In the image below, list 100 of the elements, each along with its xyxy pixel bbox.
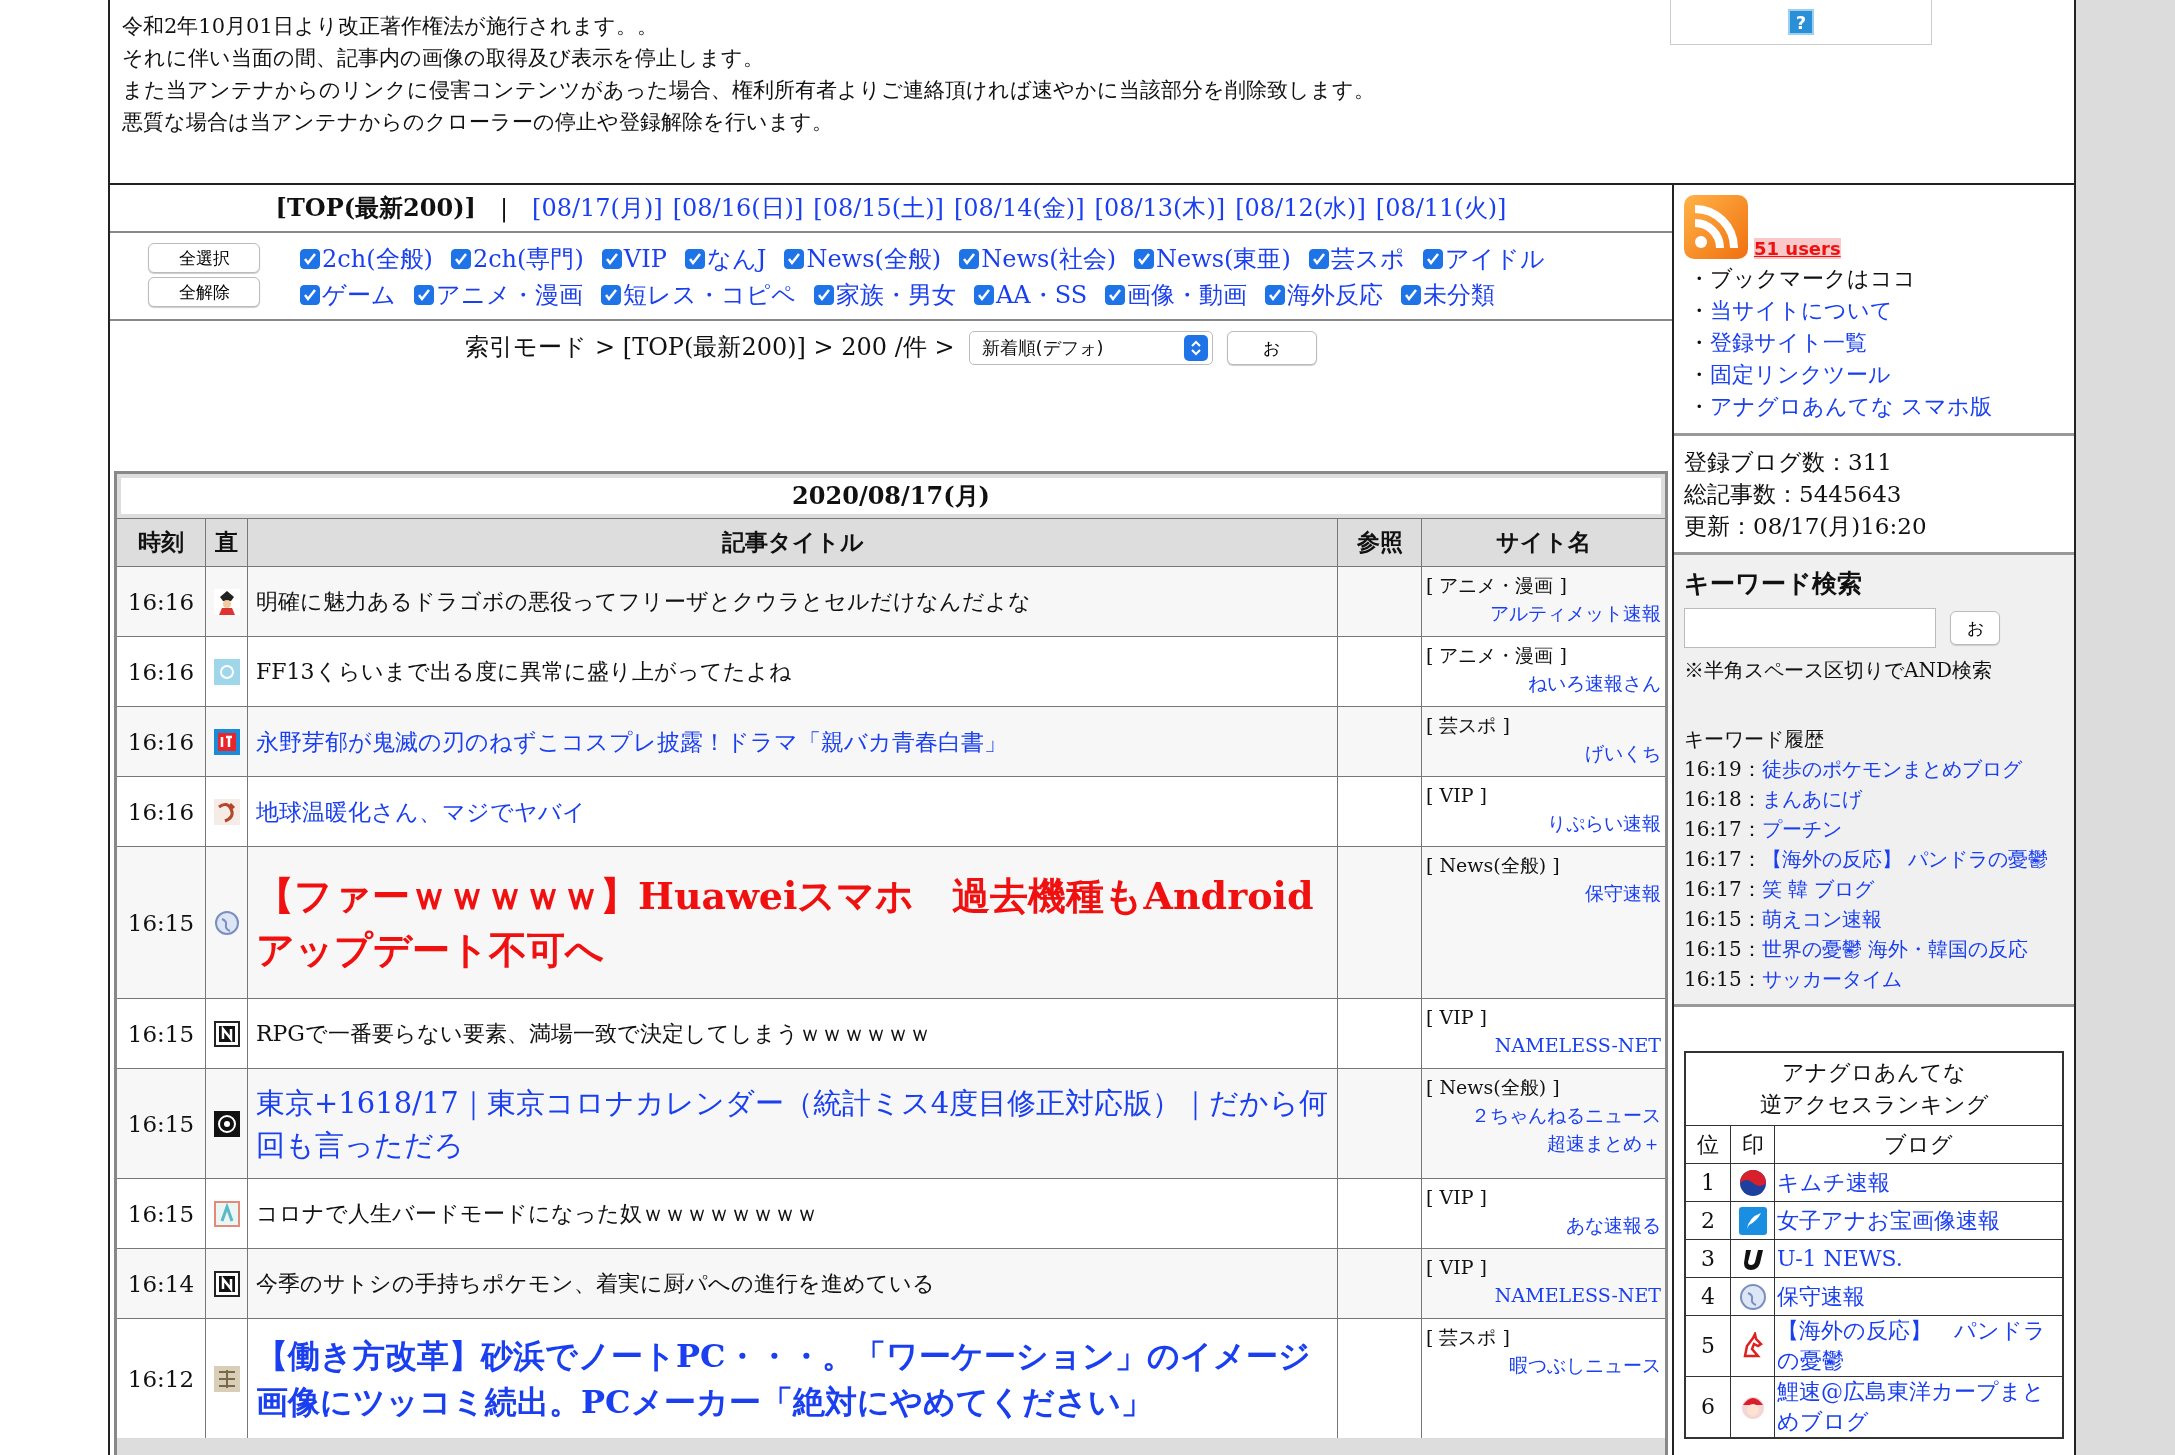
checkbox[interactable] bbox=[450, 249, 471, 269]
history-link[interactable]: 笑 韓 ブログ bbox=[1761, 877, 1875, 901]
checkbox[interactable] bbox=[814, 285, 834, 305]
checkbox[interactable] bbox=[601, 285, 621, 305]
sidebar-link[interactable]: 当サイトについて bbox=[1710, 298, 1893, 323]
tile-icon bbox=[213, 1200, 240, 1227]
date-link[interactable]: [08/12(水)] bbox=[1235, 192, 1366, 224]
site-link[interactable]: 暇つぶしニュース bbox=[1509, 1351, 1661, 1379]
date-link[interactable]: [08/17(月)] bbox=[532, 192, 663, 224]
checkbox[interactable] bbox=[414, 285, 434, 305]
category-label: [ News(全般) ] bbox=[1426, 853, 1560, 878]
search-button[interactable]: お bbox=[1950, 611, 2000, 645]
history-link[interactable]: プーチン bbox=[1761, 817, 1842, 841]
category-label[interactable]: VIP bbox=[623, 245, 667, 273]
date-heading: 2020/08/17(月) bbox=[121, 478, 1661, 514]
site-link[interactable]: げいくち bbox=[1585, 739, 1661, 767]
category-label[interactable]: 芸スポ bbox=[1330, 243, 1405, 275]
site-link[interactable]: ２ちゃんねるニュース bbox=[1471, 1101, 1661, 1129]
history-link[interactable]: まんあにげ bbox=[1761, 787, 1862, 811]
site-link[interactable]: アルティメット速報 bbox=[1490, 599, 1661, 627]
article-title[interactable]: 地球温暖化さん、マジでヤバイ bbox=[252, 791, 590, 832]
breadcrumb-text: 索引モード > [TOP(最新200)] > 200 /件 > bbox=[465, 332, 955, 363]
category-label[interactable]: 短レス・コピペ bbox=[623, 279, 796, 311]
sidebar-link[interactable]: 固定リンクツール bbox=[1710, 362, 1891, 387]
article-title[interactable]: 永野芽郁が鬼滅の刃のねずこコスプレ披露！ドラマ「親バカ青春白書」 bbox=[252, 721, 1011, 762]
date-link[interactable]: [08/16(日)] bbox=[672, 192, 804, 224]
article-title[interactable]: 【ファーｗｗｗｗｗ】Huaweiスマホ 過去機種もAndroidアップデート不可へ bbox=[252, 864, 1333, 981]
category-label[interactable]: アニメ・漫画 bbox=[436, 279, 583, 311]
checkbox[interactable] bbox=[784, 249, 805, 269]
history-link[interactable]: 徒歩のポケモンまとめブログ bbox=[1761, 757, 2022, 781]
site-link[interactable]: りぷらい速報 bbox=[1547, 809, 1661, 837]
help-icon[interactable]: ? bbox=[1788, 9, 1814, 35]
time-cell-text: 16:16 bbox=[126, 797, 196, 827]
category-label[interactable]: News(社会) bbox=[981, 243, 1116, 275]
checkbox[interactable] bbox=[601, 249, 622, 269]
sidebar-link[interactable]: 登録サイト一覧 bbox=[1710, 330, 1867, 355]
checkbox[interactable] bbox=[1265, 285, 1286, 305]
category-label[interactable]: アイドル bbox=[1444, 243, 1545, 275]
checkbox[interactable] bbox=[1401, 285, 1422, 305]
checkbox[interactable] bbox=[300, 249, 320, 269]
checkbox[interactable] bbox=[974, 285, 994, 305]
blog-link[interactable]: キムチ速報 bbox=[1777, 1167, 1890, 1198]
keyword-input[interactable] bbox=[1684, 608, 1936, 648]
history-link[interactable]: 世界の憂鬱 海外・韓国の反応 bbox=[1761, 937, 2028, 961]
category-label[interactable]: 海外反応 bbox=[1287, 279, 1384, 311]
category-label[interactable]: 未分類 bbox=[1423, 279, 1496, 311]
history-heading: キーワード履歴 bbox=[1684, 726, 1825, 753]
rss-icon[interactable] bbox=[1684, 195, 1748, 259]
blog-link[interactable]: U-1 NEWS. bbox=[1777, 1243, 1903, 1274]
article-title: RPGで一番要らない要素、満場一致で決定してしまうｗｗｗｗｗｗ bbox=[255, 1019, 932, 1048]
checkbox[interactable] bbox=[1134, 249, 1154, 269]
sidebar-link[interactable]: アナグロあんてな スマホ版 bbox=[1710, 394, 1992, 419]
category-label: [ News(全般) ] bbox=[1426, 1075, 1560, 1100]
category-label[interactable]: News(東亜) bbox=[1156, 243, 1291, 275]
badge-icon bbox=[213, 1110, 240, 1137]
submit-button[interactable]: お bbox=[1226, 331, 1317, 365]
stat-text: 更新：08/17(月)16:20 bbox=[1684, 512, 1928, 541]
category-label[interactable]: 2ch(専門) bbox=[472, 243, 584, 275]
history-link[interactable]: 萌えコン速報 bbox=[1761, 907, 1882, 931]
checkbox[interactable] bbox=[300, 285, 320, 305]
checkbox[interactable] bbox=[1422, 249, 1443, 269]
blog-link[interactable]: 保守速報 bbox=[1777, 1281, 1865, 1312]
blog-link[interactable]: 【海外の反応】 パンドラの憂鬱 bbox=[1777, 1316, 2060, 1376]
rank-cell-text: 5 bbox=[1700, 1332, 1716, 1360]
site-link[interactable]: 超速まとめ＋ bbox=[1547, 1129, 1661, 1157]
column-header: 位 bbox=[1696, 1130, 1720, 1159]
category-label[interactable]: 画像・動画 bbox=[1127, 279, 1248, 311]
select-button[interactable]: 全選択 bbox=[148, 243, 260, 273]
checkbox[interactable] bbox=[1308, 249, 1329, 269]
rank-cell-text: 4 bbox=[1700, 1282, 1716, 1311]
checkbox[interactable] bbox=[1105, 285, 1126, 305]
blog-link[interactable]: 女子アナお宝画像速報 bbox=[1777, 1205, 2000, 1236]
site-link[interactable]: あな速報る bbox=[1566, 1211, 1661, 1239]
site-link[interactable]: NAMELESS-NET bbox=[1494, 1031, 1661, 1059]
category-label[interactable]: News(全般) bbox=[806, 243, 942, 275]
date-link[interactable]: [08/13(木)] bbox=[1094, 192, 1226, 224]
category-label[interactable]: ゲーム bbox=[322, 279, 396, 311]
category-label[interactable]: 2ch(全般) bbox=[322, 243, 433, 275]
site-link[interactable]: NAMELESS-NET bbox=[1494, 1281, 1661, 1309]
category-label[interactable]: AA・SS bbox=[996, 279, 1088, 311]
site-link[interactable]: 保守速報 bbox=[1585, 879, 1661, 907]
category-label: [ VIP ] bbox=[1426, 1005, 1487, 1030]
history-time: 16:17： bbox=[1684, 847, 1762, 871]
checkbox[interactable] bbox=[684, 249, 705, 269]
date-link[interactable]: [08/14(金)] bbox=[953, 192, 1085, 224]
history-link[interactable]: サッカータイム bbox=[1761, 967, 1902, 991]
checkbox[interactable] bbox=[959, 249, 980, 269]
date-link[interactable]: [08/15(土)] bbox=[813, 192, 944, 224]
blog-link[interactable]: 鯉速@広島東洋カープまとめブログ bbox=[1777, 1377, 2060, 1437]
category-label[interactable]: なんJ bbox=[706, 243, 767, 275]
date-link[interactable]: [08/11(火)] bbox=[1375, 192, 1507, 224]
site-link[interactable]: ねいろ速報さん bbox=[1528, 669, 1661, 697]
article-title[interactable]: 【働き方改革】砂浜でノートPC・・・。「ワーケーション」のイメージ画像にツッコミ続出。PCメーカー「絶対にやめてください」 bbox=[252, 1328, 1333, 1429]
select-button[interactable]: 全解除 bbox=[148, 277, 260, 307]
time-cell-text: 16:12 bbox=[126, 1364, 196, 1394]
sort-select[interactable]: 新着順(デフォ) bbox=[968, 331, 1213, 365]
history-link[interactable]: 【海外の反応】 パンドラの憂鬱 bbox=[1761, 847, 2048, 871]
article-title[interactable]: 東京+1618/17｜東京コロナカレンダー（統計ミス4度目修正対応版）｜だから何回も言っただろ bbox=[252, 1077, 1333, 1170]
category-label[interactable]: 家族・男女 bbox=[836, 279, 956, 311]
history-time: 16:19： bbox=[1684, 757, 1762, 781]
